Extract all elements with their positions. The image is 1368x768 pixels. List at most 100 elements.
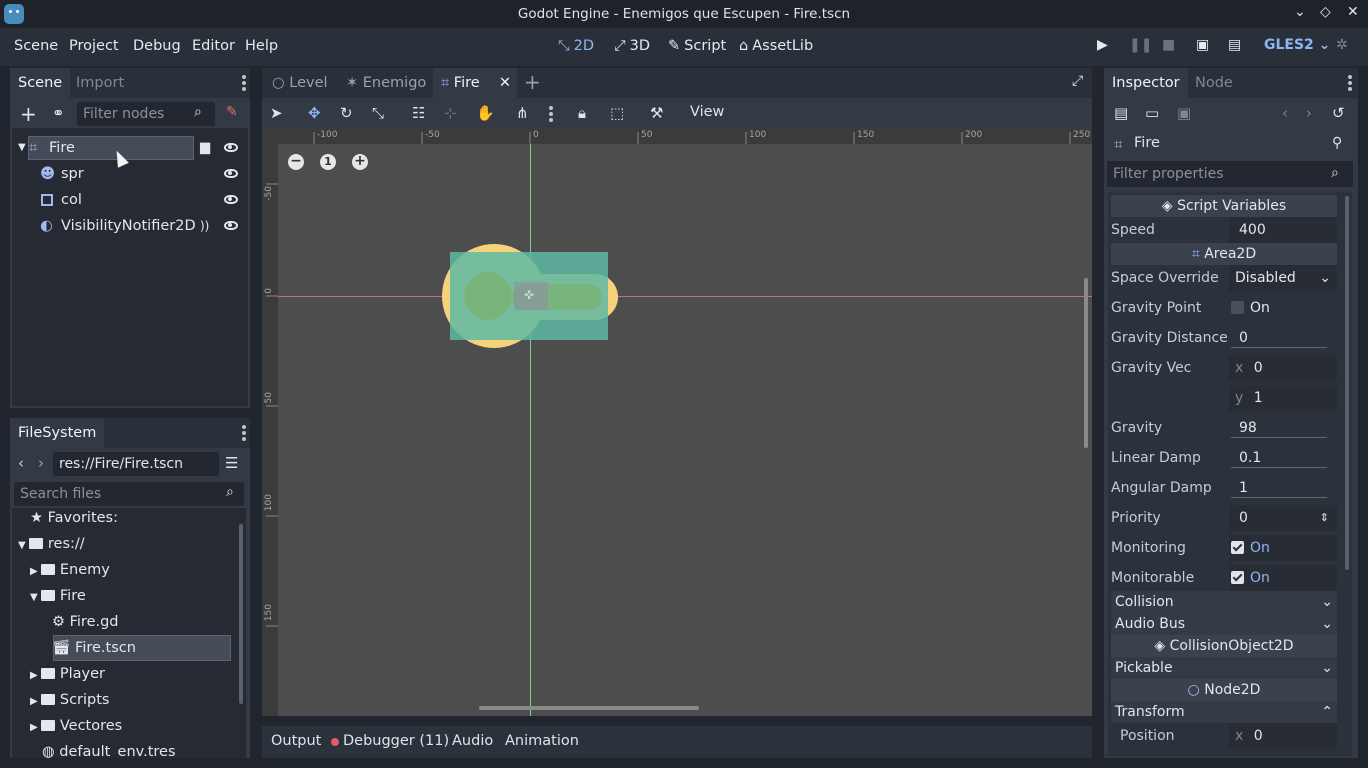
history-back-icon[interactable]: ‹ bbox=[1282, 104, 1288, 122]
gravity-vec-x-input[interactable]: x 0 bbox=[1229, 355, 1337, 381]
gravity-vec-y-input[interactable]: y 1 bbox=[1229, 385, 1337, 411]
pivot-tool-icon[interactable]: ⊹ bbox=[444, 104, 457, 122]
tree-node-spr[interactable]: ☻ spr bbox=[14, 162, 242, 186]
scale-tool-icon[interactable]: ⤡ bbox=[372, 104, 384, 122]
file-item-fire-tscn[interactable]: 🎬︎ Fire.tscn bbox=[52, 636, 246, 660]
filter-properties-input[interactable]: Filter properties bbox=[1107, 161, 1353, 187]
bottom-tab-animation[interactable]: Animation bbox=[505, 733, 579, 749]
section-node2d[interactable]: ○ Node2D bbox=[1111, 679, 1337, 701]
scene-menu-icon[interactable] bbox=[242, 75, 246, 79]
file-item-scripts[interactable]: ▶ Scripts bbox=[30, 688, 246, 712]
file-item-default-env[interactable]: ◍ default_env.tres bbox=[42, 740, 246, 758]
select-tool-icon[interactable]: ➤ bbox=[270, 104, 283, 122]
snap-icon[interactable]: ⋔ bbox=[516, 104, 529, 122]
group-audio-bus[interactable]: Audio Bus ⌄ bbox=[1111, 613, 1337, 635]
monitoring-checkbox[interactable]: On bbox=[1229, 535, 1337, 561]
menu-debug[interactable]: Debug bbox=[133, 38, 181, 54]
inspector-scrollbar[interactable] bbox=[1345, 196, 1349, 570]
history-icon[interactable]: ↺ bbox=[1332, 104, 1345, 122]
viewport-2d[interactable]: -100 -50 0 50 100 150 200 250 -50 0 50 1… bbox=[262, 128, 1092, 716]
link-icon[interactable]: ⚭ bbox=[52, 104, 65, 122]
section-script-variables[interactable]: ◈ Script Variables bbox=[1111, 195, 1337, 217]
visibility-eye-icon[interactable] bbox=[224, 221, 238, 230]
play-icon[interactable]: ▶ bbox=[1097, 37, 1108, 53]
gravity-point-checkbox[interactable]: On bbox=[1229, 295, 1337, 321]
bottom-tab-audio[interactable]: Audio bbox=[452, 733, 493, 749]
view-menu[interactable]: View bbox=[690, 104, 724, 120]
move-tool-icon[interactable]: ✥ bbox=[308, 104, 321, 122]
file-item-favorites[interactable]: ★ Favorites: bbox=[30, 508, 246, 530]
inspector-menu-icon[interactable] bbox=[1348, 75, 1352, 79]
tab-filesystem[interactable]: FileSystem bbox=[10, 418, 105, 448]
search-files-input[interactable]: Search files bbox=[14, 482, 244, 506]
file-item-fire-gd[interactable]: ⚙ Fire.gd bbox=[52, 610, 246, 634]
menu-editor[interactable]: Editor bbox=[192, 38, 235, 54]
visibility-eye-icon[interactable] bbox=[224, 195, 238, 204]
priority-spinbox[interactable]: 0 ⇕ bbox=[1229, 505, 1337, 531]
tree-node-visibilitynotifier2d[interactable]: ◐ VisibilityNotifier2D )) bbox=[14, 214, 242, 238]
tab-inspector[interactable]: Inspector bbox=[1104, 68, 1188, 98]
position-x-input[interactable]: x 0 bbox=[1229, 723, 1337, 749]
open-folder-icon[interactable]: ▭ bbox=[1145, 104, 1159, 122]
script-remove-icon[interactable]: ✎ bbox=[226, 104, 238, 120]
filesystem-menu-icon[interactable] bbox=[242, 425, 246, 429]
bottom-tab-output[interactable]: Output bbox=[271, 733, 321, 749]
lock-icon[interactable]: 🔒︎ bbox=[578, 104, 586, 122]
bone-icon[interactable]: ⚒ bbox=[650, 104, 663, 122]
zoom-out-icon[interactable]: − bbox=[288, 154, 304, 170]
tree-node-col[interactable]: col bbox=[14, 188, 242, 212]
file-scrollbar[interactable] bbox=[239, 524, 243, 704]
file-item-fire[interactable]: ▼ Fire bbox=[30, 584, 246, 608]
renderer-select[interactable]: GLES2 ⌄ bbox=[1264, 37, 1330, 53]
play-scene-icon[interactable]: ▣ bbox=[1196, 37, 1209, 53]
group-pickable[interactable]: Pickable ⌄ bbox=[1111, 657, 1337, 679]
file-item-vectores[interactable]: ▶ Vectores bbox=[30, 714, 246, 738]
add-node-icon[interactable]: + bbox=[20, 102, 37, 126]
back-icon[interactable]: ‹ bbox=[18, 454, 24, 472]
tab-fire[interactable]: ⌗ Fire ✕ bbox=[433, 68, 517, 98]
bottom-tab-debugger[interactable]: Debugger (11) bbox=[343, 733, 449, 749]
distraction-free-icon[interactable]: ⤢ bbox=[1072, 73, 1083, 89]
vertical-scrollbar[interactable] bbox=[1084, 278, 1088, 448]
file-item-player[interactable]: ▶ Player bbox=[30, 662, 246, 686]
mode-assetlib-button[interactable]: ⌂ AssetLib bbox=[739, 38, 813, 54]
pause-icon[interactable]: ❚❚ bbox=[1129, 37, 1152, 53]
zoom-in-icon[interactable]: + bbox=[352, 154, 368, 170]
zoom-reset-button[interactable]: 1 bbox=[320, 154, 336, 170]
close-window-icon[interactable]: ✕ bbox=[1347, 4, 1359, 20]
rotate-tool-icon[interactable]: ↻ bbox=[340, 104, 353, 122]
object-properties-icon[interactable]: ⚲ bbox=[1332, 135, 1342, 151]
script-icon[interactable]: ▆ bbox=[200, 136, 210, 160]
group-icon[interactable]: ⬚ bbox=[610, 104, 624, 122]
speed-input[interactable]: 400 bbox=[1229, 217, 1337, 243]
mode-2d-button[interactable]: ⤡ 2D bbox=[558, 38, 594, 54]
tab-import[interactable]: Import bbox=[68, 68, 132, 98]
close-tab-icon[interactable]: ✕ bbox=[499, 68, 511, 98]
minimize-icon[interactable]: ⌄ bbox=[1294, 4, 1306, 20]
stop-icon[interactable]: ■ bbox=[1162, 37, 1175, 53]
mode-script-button[interactable]: ✎ Script bbox=[668, 38, 726, 54]
file-item-enemy[interactable]: ▶ Enemy bbox=[30, 558, 246, 582]
new-tab-icon[interactable]: + bbox=[524, 70, 541, 94]
menu-project[interactable]: Project bbox=[69, 38, 119, 54]
signal-icon[interactable]: )) bbox=[200, 214, 209, 238]
group-collision[interactable]: Collision ⌄ bbox=[1111, 591, 1337, 613]
monitorable-checkbox[interactable]: On bbox=[1229, 565, 1337, 591]
file-item-res[interactable]: ▼ res:// bbox=[18, 532, 246, 556]
snap-options-icon[interactable] bbox=[549, 106, 553, 110]
tab-level[interactable]: ○ Level bbox=[264, 68, 336, 98]
list-select-icon[interactable]: ☷ bbox=[412, 104, 425, 122]
pan-tool-icon[interactable]: ✋ bbox=[476, 104, 495, 122]
forward-icon[interactable]: › bbox=[38, 454, 44, 472]
horizontal-scrollbar[interactable] bbox=[479, 706, 699, 710]
space-override-select[interactable]: Disabled ⌄ bbox=[1229, 265, 1337, 291]
history-forward-icon[interactable]: › bbox=[1306, 104, 1312, 122]
group-transform[interactable]: Transform ⌃ bbox=[1111, 701, 1337, 723]
menu-help[interactable]: Help bbox=[245, 38, 278, 54]
mode-3d-button[interactable]: ⤢ 3D bbox=[614, 38, 650, 54]
menu-scene[interactable]: Scene bbox=[14, 38, 58, 54]
restore-icon[interactable]: ◇ bbox=[1320, 4, 1331, 20]
section-collisionobject2d[interactable]: ◈ CollisionObject2D bbox=[1111, 635, 1337, 657]
tab-node[interactable]: Node bbox=[1187, 68, 1241, 98]
path-field[interactable]: res://Fire/Fire.tscn bbox=[53, 452, 219, 476]
